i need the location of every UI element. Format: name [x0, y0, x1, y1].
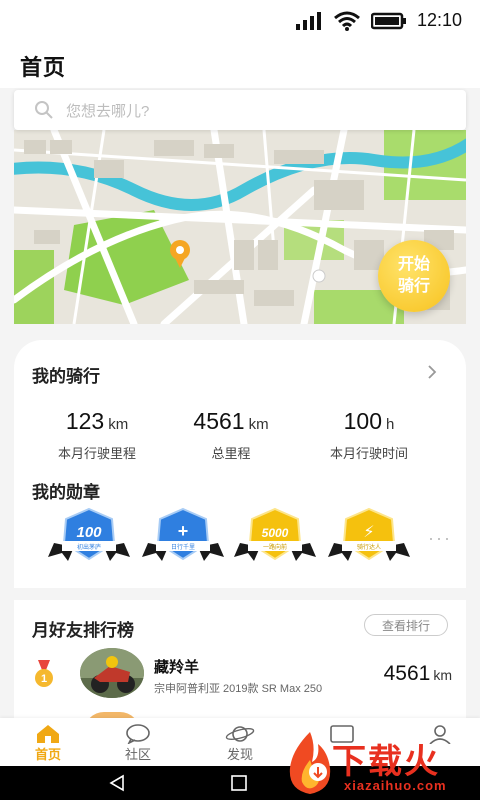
tab-label: 社区	[124, 747, 151, 762]
badge-text: 100	[76, 524, 102, 541]
more-badges-button[interactable]: ···	[428, 528, 452, 549]
home-nav-icon[interactable]	[230, 774, 248, 792]
watermark: 下载火 xiazaihuo.com	[282, 730, 480, 800]
battery-icon	[370, 12, 406, 29]
stat-label: 本月行驶时间	[329, 446, 408, 461]
chevron-right-icon[interactable]	[426, 364, 438, 380]
tab-discover[interactable]: 发现	[192, 718, 288, 766]
status-bar: 12:10	[0, 0, 480, 42]
badge-text: +	[178, 521, 189, 541]
stat-month-time: 100 h 本月行驶时间	[294, 408, 444, 462]
badge-ribbon: 日行千里	[171, 543, 195, 551]
stat-total-distance: 4561 km 总里程	[156, 408, 306, 462]
ranking-title: 月好友排行榜	[32, 621, 134, 640]
badge-text: ⚡	[363, 522, 374, 541]
stat-value: 123	[65, 408, 105, 434]
rank-user-distance: 4561 km	[384, 662, 452, 686]
view-ranking-button[interactable]: 查看排行	[364, 614, 448, 636]
badge-ribbon: 一路向前	[263, 543, 287, 551]
rank-user-bike: 宗申阿普利亚 2019款 SR Max 250	[154, 683, 323, 695]
badge-ribbon: 骑行达人	[357, 543, 381, 551]
stat-unit: km	[108, 416, 129, 433]
stat-value: 100	[343, 408, 383, 434]
planet-icon	[225, 726, 255, 742]
badge-100-icon[interactable]: 100 初出茅庐	[48, 507, 130, 565]
gold-medal-icon: 1	[35, 660, 53, 687]
stat-unit: km	[248, 416, 269, 433]
map-view[interactable]: 开始 骑行	[14, 130, 466, 324]
signal-icon	[295, 11, 321, 30]
watermark-title: 下载火	[332, 743, 440, 781]
medal-rank: 1	[41, 673, 47, 685]
back-icon[interactable]	[108, 774, 126, 792]
stat-unit: h	[386, 416, 395, 433]
distance-value: 4561	[383, 662, 431, 685]
stat-month-distance: 123 km 本月行驶里程	[22, 408, 172, 462]
my-ride-title[interactable]: 我的骑行	[32, 362, 100, 387]
stat-label: 本月行驶里程	[57, 446, 136, 461]
search-icon	[35, 101, 53, 119]
flame-logo-icon	[289, 732, 331, 794]
search-placeholder: 您想去哪儿?	[66, 102, 150, 120]
tab-label: 发现	[226, 747, 253, 762]
stat-label: 总里程	[211, 446, 251, 461]
app-header: 首页	[0, 42, 480, 88]
badge-plus-icon[interactable]: + 日行千里	[142, 507, 224, 565]
home-icon	[37, 725, 59, 743]
badge-text: 5000	[262, 526, 289, 540]
rider-photo	[80, 648, 144, 698]
tab-community[interactable]: 社区	[90, 718, 186, 766]
tab-home[interactable]: 首页	[0, 718, 96, 766]
chat-icon	[126, 724, 150, 744]
watermark-url: xiazaihuo.com	[344, 778, 447, 793]
stat-value: 4561	[193, 408, 245, 434]
search-input[interactable]: 您想去哪儿?	[14, 90, 466, 130]
tab-label: 首页	[34, 747, 61, 762]
status-icons: 12:10	[295, 10, 462, 31]
badge-5000-icon[interactable]: 5000 一路向前	[234, 507, 316, 565]
badge-lightning-icon[interactable]: ⚡ 骑行达人	[328, 507, 410, 565]
badges-title: 我的勋章	[32, 483, 100, 502]
status-time: 12:10	[416, 10, 462, 30]
page-title: 首页	[20, 55, 67, 80]
distance-unit: km	[433, 667, 452, 683]
avatar[interactable]	[80, 648, 144, 698]
rank-user-name: 藏羚羊	[154, 659, 200, 676]
wifi-icon	[333, 11, 360, 31]
badge-ribbon: 初出茅庐	[77, 543, 101, 551]
start-ride-button[interactable]: 开始 骑行	[378, 240, 450, 312]
